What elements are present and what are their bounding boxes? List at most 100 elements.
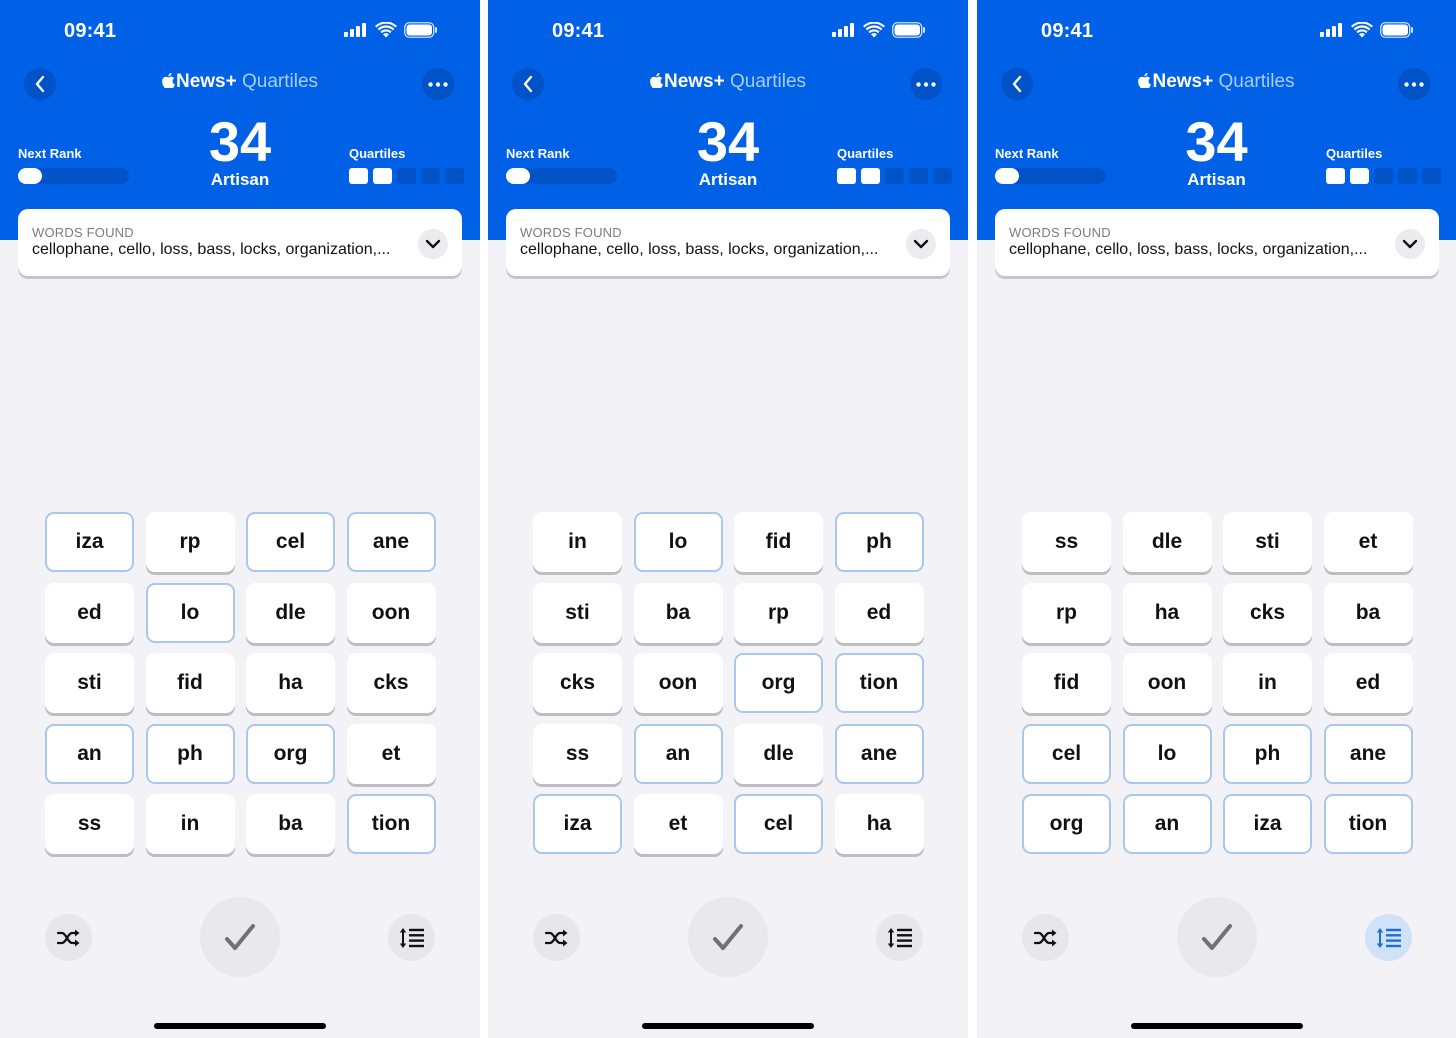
words-found-expand-button[interactable] [1395,229,1425,259]
tile-grid: ss dle sti et rp ha cks ba fid oon in ed cel lo ph ane o… [1022,512,1413,854]
words-found-expand-button[interactable] [418,229,448,259]
tile-cel[interactable]: cel [734,794,823,854]
chevron-down-icon [1402,239,1418,249]
quartile-box-empty [1374,168,1393,184]
header: 09:41 News+ Quartiles Next Rank 34 Artis… [0,0,480,240]
tile-ph[interactable]: ph [834,512,924,572]
tile-ss[interactable]: ss [533,723,622,784]
tile-cks[interactable]: cks [1223,582,1312,643]
tile-oon[interactable]: oon [1122,653,1212,713]
quartiles-label: Quartiles [349,146,406,161]
tile-fid[interactable]: fid [145,653,235,713]
tile-org[interactable]: org [1022,794,1111,854]
tile-dle[interactable]: dle [1122,512,1212,572]
tile-cel[interactable]: cel [1022,723,1111,784]
tile-oon[interactable]: oon [633,653,723,713]
tile-ed[interactable]: ed [1323,653,1413,713]
tile-sti[interactable]: sti [1223,512,1312,572]
tile-cks[interactable]: cks [346,653,436,713]
wifi-icon [1351,22,1373,38]
chevron-down-icon [913,239,929,249]
tile-ha[interactable]: ha [834,794,924,854]
words-found-label: WORDS FOUND [1009,225,1111,240]
tile-dle[interactable]: dle [734,723,823,784]
more-options-button[interactable] [910,68,942,100]
tile-ed[interactable]: ed [45,582,134,643]
quartiles-boxes [349,168,464,184]
checkmark-icon [1202,924,1232,950]
tile-lo[interactable]: lo [1122,723,1212,784]
tile-ha[interactable]: ha [246,653,335,713]
game-title: Quartiles [729,71,807,92]
tile-ba[interactable]: ba [246,794,335,854]
more-options-button[interactable] [422,68,454,100]
tile-ph[interactable]: ph [145,723,235,784]
tile-an[interactable]: an [1122,794,1212,854]
tile-in[interactable]: in [1223,653,1312,713]
tile-cks[interactable]: cks [533,653,622,713]
words-found-card[interactable]: WORDS FOUND cellophane, cello, loss, bas… [18,209,462,276]
submit-button[interactable] [688,897,768,977]
tile-ed[interactable]: ed [834,582,924,643]
quartiles-boxes [837,168,952,184]
tile-ss[interactable]: ss [45,794,134,854]
tile-ba[interactable]: ba [1323,582,1413,643]
battery-icon [1380,22,1413,38]
tile-iza[interactable]: iza [533,794,622,854]
tile-rp[interactable]: rp [734,582,823,643]
tile-et[interactable]: et [346,723,436,784]
submit-button[interactable] [1177,897,1257,977]
tile-lo[interactable]: lo [633,512,723,572]
shuffle-button[interactable] [1022,914,1069,961]
tile-fid[interactable]: fid [734,512,823,572]
sort-found-tiles-button[interactable] [388,914,435,961]
quartile-box-empty [445,168,464,184]
tile-an[interactable]: an [45,723,134,784]
words-found-card[interactable]: WORDS FOUND cellophane, cello, loss, bas… [995,209,1439,276]
tile-tion[interactable]: tion [346,794,436,854]
tile-ss[interactable]: ss [1022,512,1111,572]
quartiles-label: Quartiles [1326,146,1383,161]
quartiles-boxes [1326,168,1441,184]
tile-rp[interactable]: rp [145,512,235,572]
tile-fid[interactable]: fid [1022,653,1111,713]
tile-ane[interactable]: ane [834,723,924,784]
sort-found-tiles-button[interactable] [1365,914,1412,961]
shuffle-icon [544,929,567,946]
tile-sti[interactable]: sti [45,653,134,713]
tile-in[interactable]: in [145,794,235,854]
tile-rp[interactable]: rp [1022,582,1111,643]
words-found-expand-button[interactable] [906,229,936,259]
tile-tion[interactable]: tion [1323,794,1413,854]
wifi-icon [863,22,885,38]
tile-org[interactable]: org [734,653,823,713]
tile-iza[interactable]: iza [45,512,134,572]
tile-dle[interactable]: dle [246,582,335,643]
tile-sti[interactable]: sti [533,582,622,643]
tile-org[interactable]: org [246,723,335,784]
news-plus-brand: News+ [650,71,725,92]
tile-iza[interactable]: iza [1223,794,1312,854]
tile-tion[interactable]: tion [834,653,924,713]
tile-ba[interactable]: ba [633,582,723,643]
chevron-down-icon [425,239,441,249]
words-found-list: cellophane, cello, loss, bass, locks, or… [1009,241,1368,258]
submit-button[interactable] [200,897,280,977]
tile-in[interactable]: in [533,512,622,572]
tile-ane[interactable]: ane [1323,723,1413,784]
sort-found-tiles-button[interactable] [876,914,923,961]
shuffle-button[interactable] [45,914,92,961]
words-found-card[interactable]: WORDS FOUND cellophane, cello, loss, bas… [506,209,950,276]
tile-ha[interactable]: ha [1122,582,1212,643]
tile-et[interactable]: et [1323,512,1413,572]
tile-ane[interactable]: ane [346,512,436,572]
tile-ph[interactable]: ph [1223,723,1312,784]
tile-cel[interactable]: cel [246,512,335,572]
tile-et[interactable]: et [633,794,723,854]
more-options-button[interactable] [1398,68,1430,100]
shuffle-button[interactable] [533,914,580,961]
tile-lo[interactable]: lo [145,582,235,643]
tile-an[interactable]: an [633,723,723,784]
tile-oon[interactable]: oon [346,582,436,643]
checkmark-icon [225,924,255,950]
